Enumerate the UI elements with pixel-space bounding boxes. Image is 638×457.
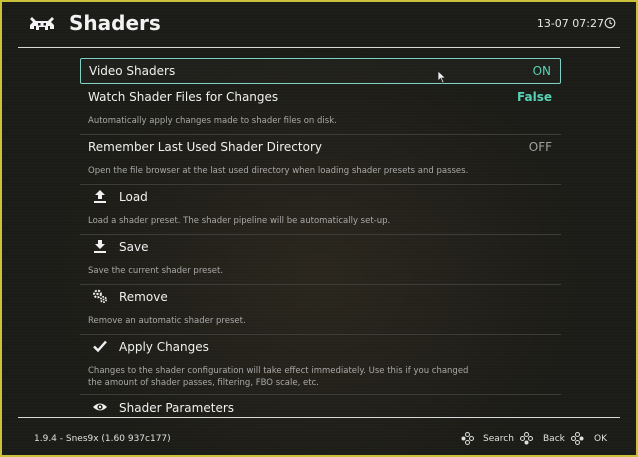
- menu-item-label: Load: [119, 190, 148, 204]
- menu-item-label: Remove: [119, 290, 168, 304]
- gears-icon: [93, 289, 107, 303]
- download-icon: [94, 240, 106, 253]
- menu-item-remember-shader-dir[interactable]: Remember Last Used Shader Directory OFF …: [80, 137, 561, 185]
- menu-item-video-shaders[interactable]: Video Shaders ON: [80, 58, 561, 84]
- search-button[interactable]: Search: [483, 434, 514, 444]
- eye-icon: [93, 403, 107, 411]
- divider: [80, 134, 561, 135]
- mouse-cursor-icon: [437, 70, 447, 84]
- divider: [80, 334, 561, 335]
- menu-item-apply-changes[interactable]: Apply Changes Changes to the shader conf…: [80, 337, 561, 395]
- menu-item-label: Apply Changes: [119, 340, 209, 354]
- divider: [80, 234, 561, 235]
- menu-item-label: Remember Last Used Shader Directory: [88, 140, 322, 154]
- clock: 13-07 07:27: [536, 17, 604, 30]
- menu-item-watch-shader-files[interactable]: Watch Shader Files for Changes False Aut…: [80, 87, 561, 135]
- divider: [80, 394, 561, 395]
- menu-item-description: Load a shader preset. The shader pipelin…: [88, 216, 391, 226]
- toggle-value[interactable]: ON: [533, 64, 551, 78]
- menu-item-description: Save the current shader preset.: [88, 266, 224, 276]
- menu-item-description: Automatically apply changes made to shad…: [88, 116, 337, 126]
- menu-item-description: Remove an automatic shader preset.: [88, 316, 246, 326]
- menu-item-description: the amount of shader passes, filtering, …: [88, 378, 319, 388]
- menu-item-load[interactable]: Load Load a shader preset. The shader pi…: [80, 187, 561, 235]
- menu-item-shader-parameters[interactable]: Shader Parameters: [80, 397, 561, 416]
- settings-list: Video Shaders ON Watch Shader Files for …: [80, 58, 561, 416]
- upload-icon: [94, 190, 106, 203]
- gamepad-buttons-icon: [520, 432, 533, 445]
- header-divider: [18, 47, 620, 48]
- menu-item-description: Open the file browser at the last used d…: [88, 166, 469, 176]
- header: Shaders 13-07 07:27: [2, 2, 636, 48]
- menu-item-save[interactable]: Save Save the current shader preset.: [80, 237, 561, 285]
- retroarch-logo-icon: [30, 17, 54, 30]
- divider: [80, 184, 561, 185]
- menu-item-label: Save: [119, 240, 149, 254]
- back-button[interactable]: Back: [543, 434, 565, 444]
- toggle-value[interactable]: OFF: [529, 140, 552, 154]
- menu-item-description: Changes to the shader configuration will…: [88, 366, 469, 376]
- menu-item-label: Watch Shader Files for Changes: [88, 90, 279, 104]
- checkmark-icon: [93, 340, 107, 353]
- ok-button[interactable]: OK: [594, 434, 607, 444]
- gamepad-buttons-icon: [461, 432, 474, 445]
- menu-item-remove[interactable]: Remove Remove an automatic shader preset…: [80, 287, 561, 335]
- app-window: Shaders 13-07 07:27 Video Shaders ON Wat…: [0, 0, 638, 457]
- menu-item-label: Video Shaders: [89, 64, 176, 78]
- footer-divider: [18, 417, 620, 418]
- menu-item-label: Shader Parameters: [119, 401, 235, 415]
- gamepad-buttons-icon: [571, 432, 584, 445]
- divider: [80, 284, 561, 285]
- toggle-value[interactable]: False: [517, 90, 552, 104]
- page-title: Shaders: [69, 11, 161, 35]
- version-info: 1.9.4 - Snes9x (1.60 937c177): [34, 434, 171, 444]
- clock-icon: [604, 17, 616, 29]
